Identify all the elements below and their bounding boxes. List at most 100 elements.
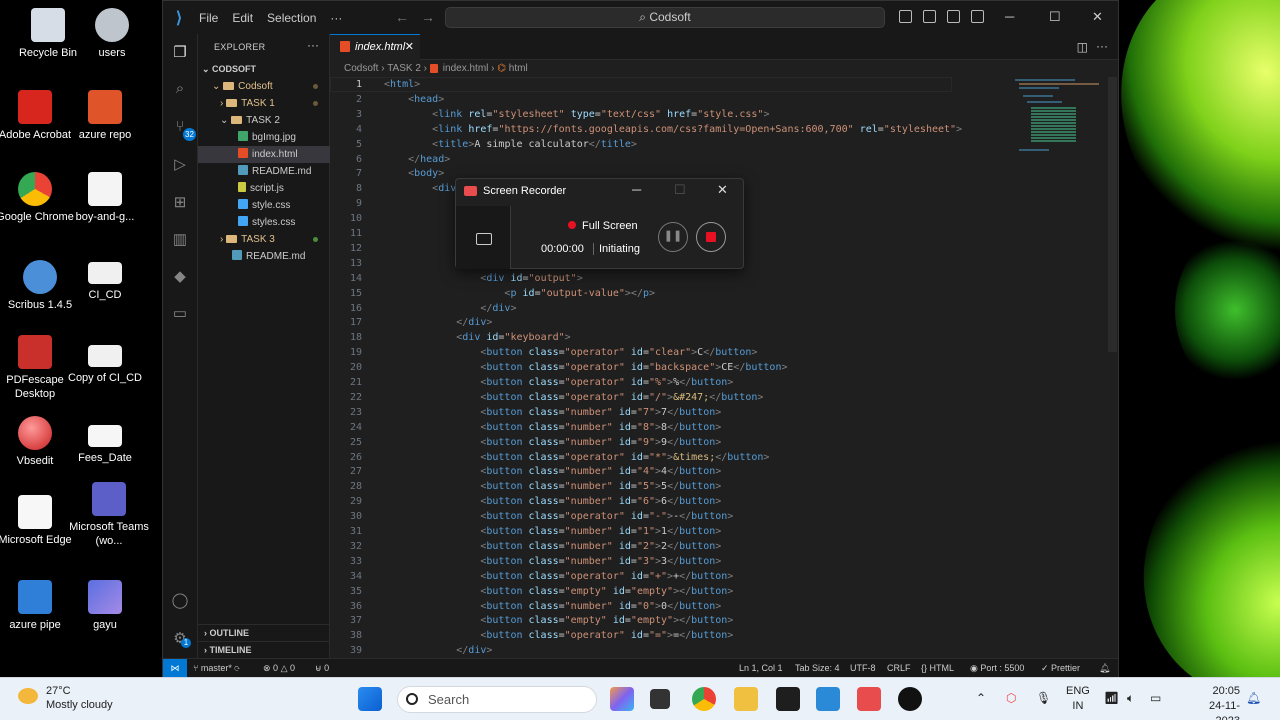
menu-more[interactable]: ··· <box>330 11 342 25</box>
file-explorer-icon[interactable] <box>734 687 758 711</box>
terminal-taskbar-icon[interactable] <box>776 687 800 711</box>
desktop-icon-azure-pipe[interactable]: azure pipe <box>0 580 75 632</box>
customize-layout-icon[interactable] <box>971 10 984 23</box>
code-line[interactable]: 24 <button class="number" id="8">8</butt… <box>330 420 1010 435</box>
notification-bell-icon[interactable]: 🔔︎ <box>1246 691 1261 705</box>
code-line[interactable]: 16 </div> <box>330 301 1010 316</box>
line-ending[interactable]: CRLF <box>887 659 911 677</box>
editor-more-icon[interactable]: ··· <box>1096 39 1108 53</box>
tree-file-styles-css[interactable]: styles.css <box>198 214 330 231</box>
tree-root[interactable]: ⌄ CODSOFT <box>198 61 330 78</box>
code-line[interactable]: 14 <div id="output"> <box>330 271 1010 286</box>
code-line[interactable]: 19 <button class="operator" id="clear">C… <box>330 345 1010 360</box>
toggle-sidebar-icon[interactable] <box>899 10 912 23</box>
tree-file-root-readme[interactable]: README.md <box>198 248 330 265</box>
tree-file-style-css[interactable]: style.css <box>198 197 330 214</box>
back-arrow-icon[interactable]: ← <box>395 9 409 25</box>
desktop-icon-boy-and-g[interactable]: boy-and-g... <box>65 172 145 224</box>
desktop-icon-acrobat[interactable]: Adobe Acrobat <box>0 90 75 142</box>
clock[interactable]: 20:0524-11-2023 <box>1196 684 1240 720</box>
breadcrumb-task2[interactable]: TASK 2 <box>387 63 421 74</box>
code-line[interactable]: 31 <button class="number" id="1">1</butt… <box>330 524 1010 539</box>
code-line[interactable]: 27 <button class="number" id="4">4</butt… <box>330 464 1010 479</box>
desktop-icon-vbsedit[interactable]: Vbsedit <box>0 416 75 468</box>
close-icon[interactable]: ✕ <box>1092 9 1103 25</box>
tree-folder-codsoft[interactable]: ⌄ Codsoft <box>198 78 330 95</box>
desktop-icon-fees-date[interactable]: Fees_Date <box>65 425 145 465</box>
desktop-icon-chrome[interactable]: Google Chrome <box>0 172 75 224</box>
breadcrumb-codsoft[interactable]: Codsoft <box>344 63 378 74</box>
code-line[interactable]: 28 <button class="number" id="5">5</butt… <box>330 479 1010 494</box>
screen-recorder-taskbar-icon[interactable] <box>857 687 881 711</box>
encoding[interactable]: UTF-8 <box>850 659 876 677</box>
extensions-icon[interactable]: ⊞ <box>171 194 189 212</box>
wifi-icon[interactable]: 📶︎ <box>1104 691 1119 705</box>
desktop-icon-users[interactable]: users <box>72 8 152 60</box>
folder-icon[interactable] <box>476 233 492 245</box>
cursor-position[interactable]: Ln 1, Col 1 <box>739 659 783 677</box>
code-line[interactable]: 17 </div> <box>330 315 1010 330</box>
code-line[interactable]: 29 <button class="number" id="6">6</butt… <box>330 494 1010 509</box>
recorder-close-icon[interactable]: ✕ <box>717 182 728 198</box>
settings-gear-icon[interactable]: ⚙ 1 <box>171 630 191 648</box>
tab-size[interactable]: Tab Size: 4 <box>795 659 840 677</box>
code-line[interactable]: 32 <button class="number" id="2">2</butt… <box>330 539 1010 554</box>
minimize-icon[interactable]: ─ <box>1005 9 1014 24</box>
code-line[interactable]: 34 <button class="operator" id="+">+</bu… <box>330 569 1010 584</box>
menu-edit[interactable]: Edit <box>232 11 253 25</box>
timeline-section[interactable]: › TIMELINE <box>198 641 330 658</box>
desktop-icon-edge[interactable]: Microsoft Edge <box>0 495 75 547</box>
code-line[interactable]: 1 <html> <box>330 77 1010 92</box>
desktop-icon-pdfescape[interactable]: PDFescape Desktop <box>0 335 75 401</box>
toggle-panel-icon[interactable] <box>923 10 936 23</box>
microphone-icon[interactable]: 🎙︎ <box>1036 691 1051 705</box>
copilot-icon[interactable] <box>610 687 634 711</box>
terminal-icon[interactable]: ▭ <box>171 305 189 323</box>
tree-file-index-html[interactable]: index.html <box>198 146 330 163</box>
tab-index-html[interactable]: index.html ✕ <box>330 34 420 60</box>
explorer-more-icon[interactable]: ··· <box>307 38 319 52</box>
tree-file-bgimg[interactable]: bgImg.jpg <box>198 129 330 146</box>
desktop-icon-copy-of-ci-cd[interactable]: Copy of CI_CD <box>65 345 145 385</box>
chrome-taskbar-icon[interactable] <box>692 687 716 711</box>
accounts-icon[interactable]: ◯ <box>171 592 189 610</box>
desktop-icon-ci-cd[interactable]: CI_CD <box>65 262 145 302</box>
branch-indicator[interactable]: ⑂ master* ⟳ <box>193 659 240 677</box>
pause-button[interactable]: ❚❚ <box>658 222 688 252</box>
tree-file-script-js[interactable]: script.js <box>198 180 330 197</box>
remote-icon[interactable]: ⋈ <box>163 659 187 677</box>
toggle-secondary-sidebar-icon[interactable] <box>947 10 960 23</box>
run-debug-icon[interactable]: ▷ <box>171 156 189 174</box>
desktop-icon-gayu[interactable]: gayu <box>65 580 145 632</box>
source-control-icon[interactable]: ⑂ 32 <box>171 118 196 141</box>
explorer-icon[interactable]: ❐ <box>171 44 189 62</box>
notifications-bell-icon[interactable]: 🔔︎ <box>1099 659 1110 677</box>
taskbar-search[interactable]: Search <box>397 686 597 713</box>
code-line[interactable]: 39 </div> <box>330 643 1010 658</box>
problems-indicator[interactable]: ⊗ 0 △ 0 <box>263 659 295 677</box>
maximize-icon[interactable]: ☐ <box>1049 9 1061 25</box>
minimap[interactable] <box>1013 77 1108 177</box>
code-line[interactable]: 22 <button class="operator" id="/">&#247… <box>330 390 1010 405</box>
search-icon[interactable]: ⌕ <box>171 80 189 98</box>
language-mode[interactable]: {} HTML <box>921 659 954 677</box>
command-center[interactable]: ⌕ Codsoft <box>445 7 885 28</box>
menu-file[interactable]: File <box>199 11 218 25</box>
code-line[interactable]: 4 <link href="https://fonts.googleapis.c… <box>330 122 1010 137</box>
tree-folder-task1[interactable]: › TASK 1 <box>198 95 330 112</box>
code-line[interactable]: 26 <button class="operator" id="*">&time… <box>330 450 1010 465</box>
code-line[interactable]: 25 <button class="number" id="9">9</butt… <box>330 435 1010 450</box>
code-line[interactable]: 21 <button class="operator" id="%">%</bu… <box>330 375 1010 390</box>
media-player-icon[interactable] <box>898 687 922 711</box>
code-editor[interactable]: 1 <html> 2 <head> 3 <link rel="stylesheet" … <box>330 77 1118 658</box>
code-line[interactable]: 15 <p id="output-value"></p> <box>330 286 1010 301</box>
python-icon[interactable]: ◆ <box>171 268 189 286</box>
ports-indicator[interactable]: ⊌ 0 <box>315 659 329 677</box>
code-line[interactable]: 37 <button class="empty" id="empty"></bu… <box>330 613 1010 628</box>
tree-folder-task2[interactable]: ⌄ TASK 2 <box>198 112 330 129</box>
battery-icon[interactable]: ▭ <box>1150 691 1161 705</box>
weather-widget[interactable]: 27°C Mostly cloudy <box>18 684 113 712</box>
split-editor-icon[interactable]: ◫ <box>1077 40 1088 54</box>
stop-button[interactable] <box>696 222 726 252</box>
live-server-port[interactable]: ◉ Port : 5500 <box>970 659 1024 677</box>
